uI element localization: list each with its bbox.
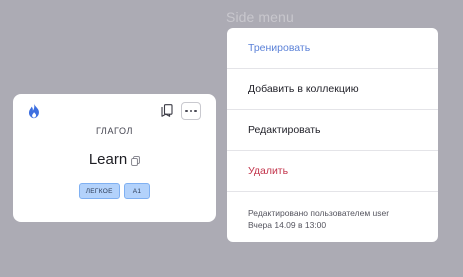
- side-menu: Тренировать Добавить в коллекцию Редакти…: [227, 28, 438, 242]
- menu-item-add-to-collection[interactable]: Добавить в коллекцию: [227, 69, 438, 110]
- more-options-button[interactable]: [181, 102, 201, 120]
- edit-info: Редактировано пользователем user Вчера 1…: [227, 192, 438, 231]
- copy-icon[interactable]: [131, 155, 141, 166]
- fire-icon: [28, 103, 39, 119]
- menu-item-delete[interactable]: Удалить: [227, 151, 438, 192]
- edited-by-text: Редактировано пользователем user: [248, 208, 390, 218]
- bookmark-icon[interactable]: [161, 104, 173, 117]
- menu-item-train[interactable]: Тренировать: [227, 28, 438, 69]
- part-of-speech-label: ГЛАГОЛ: [95, 126, 134, 136]
- edited-at-text: Вчера 14.09 в 13:00: [248, 220, 327, 230]
- word-row: Learn: [13, 151, 216, 168]
- tag-list: ЛЕГКОЕ A1: [13, 183, 216, 199]
- word-text: Learn: [88, 151, 128, 168]
- background-caption: Side menu: [226, 9, 294, 25]
- level-badge: A1: [123, 183, 151, 199]
- word-card[interactable]: ГЛАГОЛ Learn ЛЕГКОЕ A1: [13, 94, 216, 222]
- difficulty-badge: ЛЕГКОЕ: [78, 183, 120, 199]
- more-icon: [185, 109, 188, 113]
- menu-item-edit[interactable]: Редактировать: [227, 110, 438, 151]
